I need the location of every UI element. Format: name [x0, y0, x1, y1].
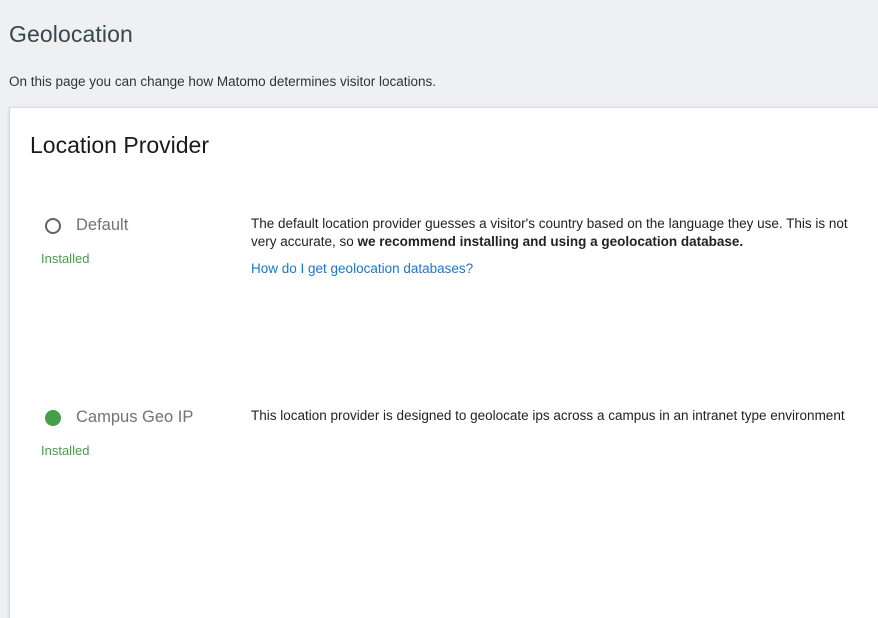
provider-description: The default location provider guesses a …: [251, 215, 851, 251]
location-provider-card: Location Provider Default Installed The …: [9, 107, 878, 618]
radio-checked-icon[interactable]: [45, 409, 61, 426]
provider-label: Campus Geo IP: [76, 408, 194, 426]
card-title: Location Provider: [30, 132, 209, 158]
description-emphasis: we recommend installing and using a geol…: [357, 234, 744, 249]
geolocation-page: Geolocation On this page you can change …: [0, 0, 878, 618]
status-badge: Installed: [41, 251, 90, 266]
provider-campus-geo-ip-radio-option[interactable]: Campus Geo IP: [45, 408, 193, 427]
provider-default-radio-option[interactable]: Default: [45, 216, 128, 235]
geolocation-databases-help-link[interactable]: How do I get geolocation databases?: [251, 261, 473, 276]
radio-unchecked-icon[interactable]: [45, 217, 61, 234]
page-title: Geolocation: [9, 21, 133, 47]
status-badge: Installed: [41, 443, 90, 458]
page-intro-text: On this page you can change how Matomo d…: [9, 74, 436, 89]
provider-label: Default: [76, 216, 129, 234]
provider-description: This location provider is designed to ge…: [251, 408, 845, 423]
